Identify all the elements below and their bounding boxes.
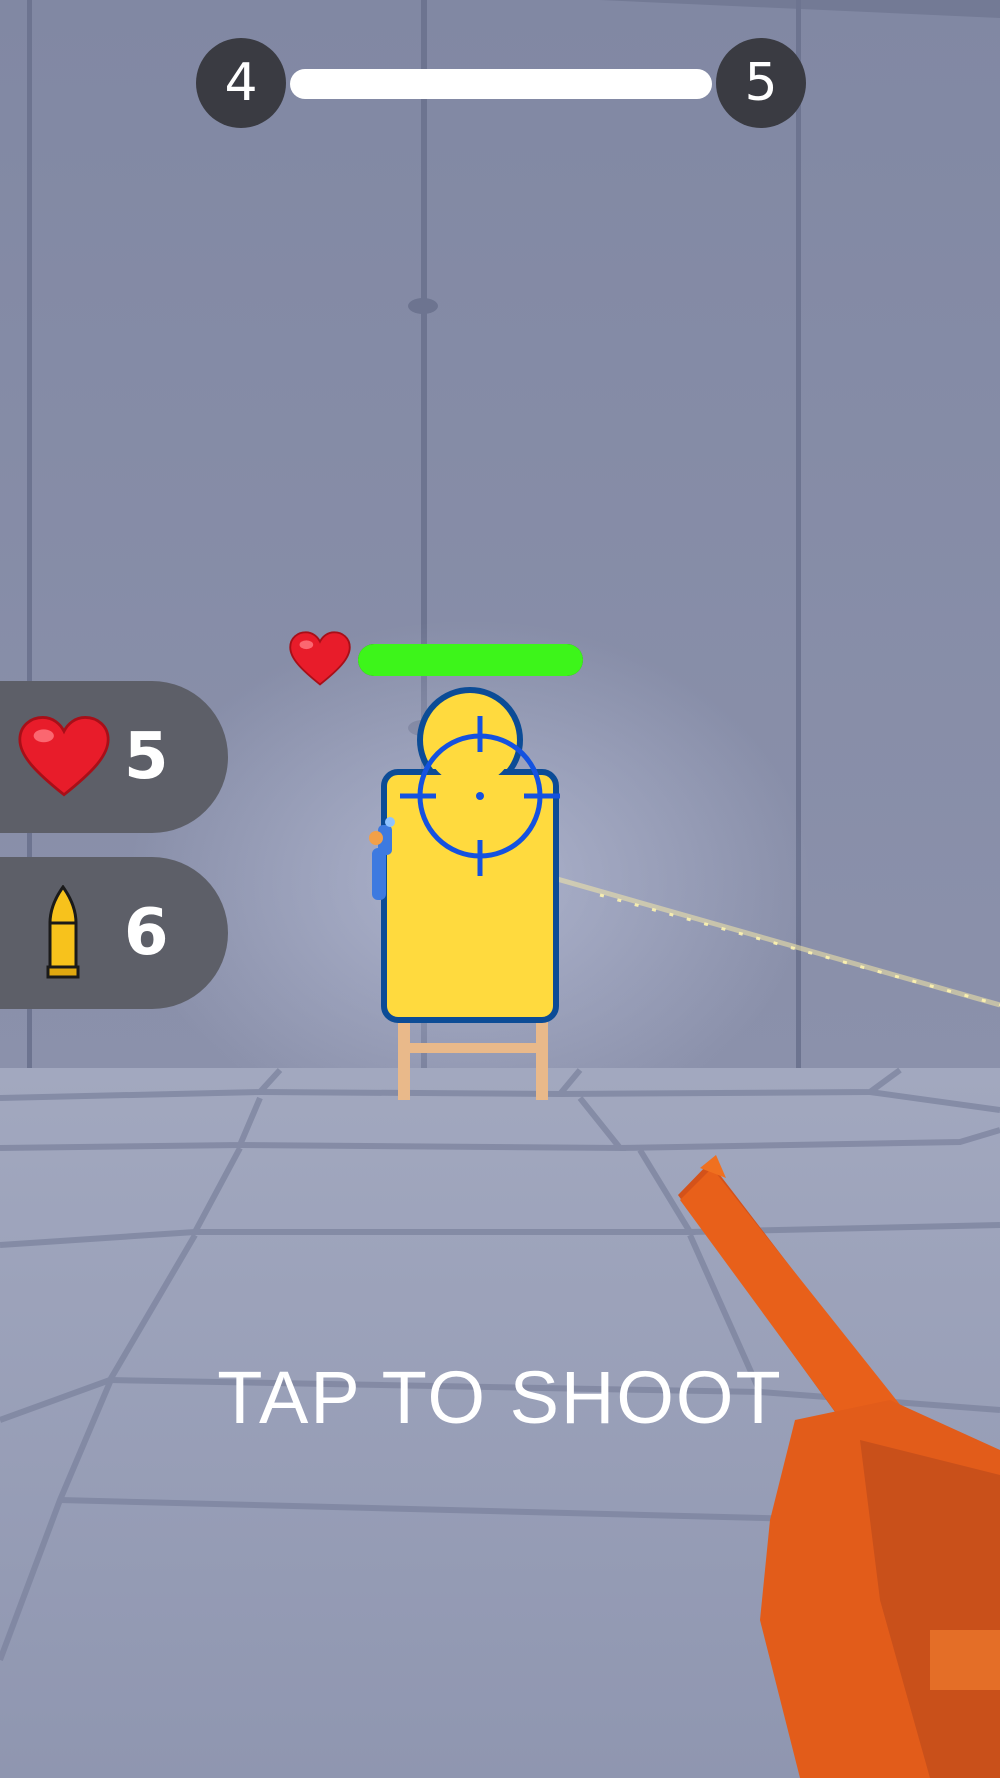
lives-counter: 5	[0, 681, 228, 833]
ammo-counter: 6	[0, 857, 228, 1009]
lives-value: 5	[124, 720, 169, 794]
enemy-health-fill	[358, 644, 583, 676]
enemy-health-bar	[358, 644, 583, 676]
level-progress-fill	[290, 69, 712, 99]
wall-bolt	[408, 298, 438, 314]
current-level-number: 4	[224, 53, 258, 113]
bullet-icon	[46, 885, 80, 979]
heart-icon	[18, 716, 110, 797]
next-level-number: 5	[744, 53, 778, 113]
level-progress-bar	[290, 69, 712, 99]
next-level-badge: 5	[716, 38, 806, 128]
ammo-value: 6	[124, 896, 169, 970]
heart-icon	[289, 631, 351, 686]
tap-to-shoot-hint: TAP TO SHOOT	[217, 1356, 783, 1439]
current-level-badge: 4	[196, 38, 286, 128]
